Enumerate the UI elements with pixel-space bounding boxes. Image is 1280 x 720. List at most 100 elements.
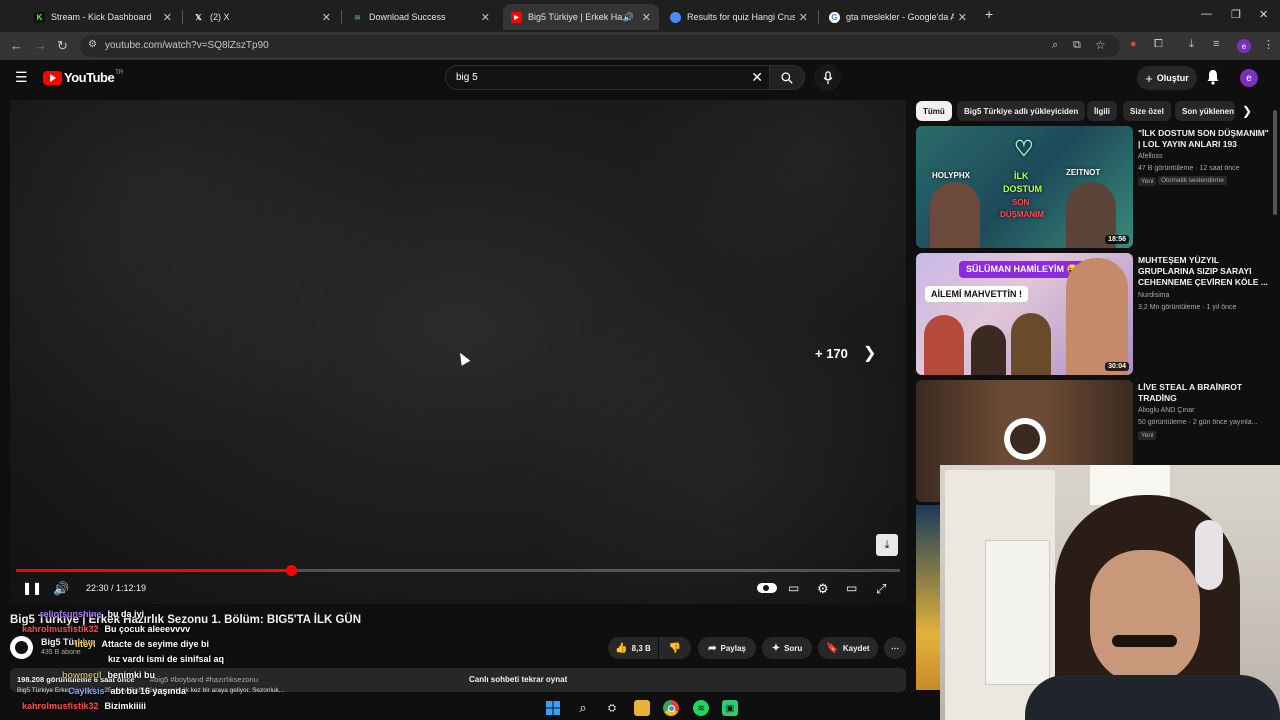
search-icon (781, 71, 793, 84)
heart-icon: ♡ (1014, 136, 1034, 161)
recommendation-thumbnail[interactable]: SÜLÜMAN HAMİLEYİM 😝 AİLEMİ MAHVETTİN ! 3… (916, 253, 1133, 375)
forward-icon[interactable]: → (34, 38, 47, 53)
close-icon[interactable]: ✕ (799, 11, 808, 24)
chevron-right-icon[interactable]: ❯ (1242, 104, 1252, 118)
chat-message: liteyl Attacte de seyime diye bi (75, 639, 209, 649)
dislike-button[interactable]: 👎 (659, 637, 691, 659)
chat-replay-label: Canlı sohbeti tekrar oynat (469, 675, 568, 684)
speaker-icon[interactable]: 🔊 (623, 12, 634, 23)
notifications-bell-icon[interactable] (1206, 69, 1220, 85)
live-chat-replay-button[interactable]: Canlı sohbeti tekrar oynat (462, 670, 906, 690)
media-icon[interactable]: ≡ (1213, 38, 1219, 50)
minimize-icon[interactable]: — (1201, 8, 1212, 20)
download-icon[interactable]: ⤓ (1189, 38, 1194, 51)
voice-search-button[interactable] (814, 64, 841, 91)
tab-quiz-results[interactable]: Results for quiz Hangi Crush Üy ✕ (662, 4, 816, 30)
save-button[interactable]: 🔖 Kaydet (818, 637, 878, 659)
close-icon[interactable]: ✕ (481, 11, 490, 24)
more-actions-button[interactable]: ⋯ (884, 637, 906, 659)
hashtags[interactable]: #big5 #boyband #hazırlıksezonu (150, 675, 258, 684)
puzzle-icon[interactable]: ⧠ (1154, 38, 1163, 51)
webcam-overlay (940, 465, 1280, 720)
sidebar-scrollbar[interactable] (1273, 110, 1277, 215)
channel-avatar[interactable] (10, 636, 33, 659)
tab-x[interactable]: 𝕏 (2) X ✕ (185, 4, 339, 30)
close-icon[interactable]: ✕ (163, 11, 172, 24)
profile-icon[interactable]: e (1237, 39, 1251, 53)
create-button[interactable]: + Oluştur (1137, 66, 1197, 90)
like-button[interactable]: 👍 8,3 B (608, 637, 658, 659)
tab-download-success[interactable]: ≋ Download Success ✕ (344, 4, 498, 30)
back-icon[interactable]: ← (10, 38, 23, 53)
skip-count[interactable]: + 170 (815, 346, 848, 361)
hamburger-menu-icon[interactable]: ☰ (15, 69, 28, 86)
search-button[interactable] (769, 65, 805, 90)
chat-username: kahrolmusfistik32 (22, 701, 99, 711)
window-close-icon[interactable]: ✕ (1259, 8, 1268, 21)
search-input[interactable]: big 5 ✕ (445, 65, 769, 90)
maximize-icon[interactable]: ❐ (1231, 8, 1241, 21)
chip-from-uploader[interactable]: Big5 Türkiye adlı yükleyiciden (957, 101, 1086, 121)
plus-icon: + (1145, 70, 1153, 86)
kick-icon: K (34, 11, 45, 23)
video-player[interactable]: + 170 ❯ ⤓ (10, 100, 906, 604)
recommendation-title[interactable]: MUHTEŞEM YÜZYIL GRUPLARINA SIZIP SARAYI … (1138, 255, 1270, 288)
chip-related[interactable]: İlgili (1087, 101, 1117, 121)
chip-for-you[interactable]: Size özel (1123, 101, 1171, 121)
tab-kick-dashboard[interactable]: K Stream - Kick Dashboard ✕ (26, 4, 180, 30)
chip-all[interactable]: Tümü (916, 101, 952, 121)
recommendation-channel[interactable]: Alioglu AND Çınar (1138, 407, 1194, 414)
recommendation-title[interactable]: LİVE STEAL A BRAİNROT TRADİNG (1138, 382, 1270, 404)
clear-search-icon[interactable]: ✕ (751, 69, 763, 86)
search-query: big 5 (456, 72, 478, 83)
progress-bar[interactable] (16, 565, 900, 576)
search-icon[interactable]: ⌕ (575, 700, 591, 716)
share-icon: ➦ (708, 642, 717, 654)
close-icon[interactable]: ✕ (322, 11, 331, 24)
new-badge: Yeni (1138, 431, 1157, 440)
recommendation-thumbnail-partial[interactable] (916, 505, 940, 690)
ask-label: Soru (784, 643, 803, 653)
settings-icon[interactable]: ⚙ (817, 581, 829, 597)
quiz-site-icon (670, 11, 681, 23)
recommendation-channel[interactable]: Afelloss (1138, 153, 1163, 160)
reload-icon[interactable]: ↻ (57, 38, 68, 54)
account-avatar[interactable]: e (1240, 69, 1258, 87)
close-icon[interactable]: ✕ (958, 11, 967, 24)
extension-icon[interactable]: ● (1130, 38, 1137, 50)
folder-icon[interactable] (634, 700, 650, 716)
spotify-icon[interactable]: ≋ (693, 700, 709, 716)
chat-text: bu da iyi (107, 609, 145, 619)
autoplay-toggle[interactable] (757, 583, 777, 593)
pause-icon[interactable]: ❚❚ (22, 581, 42, 595)
site-info-icon[interactable]: ⚙ (88, 39, 97, 50)
chrome-icon[interactable] (663, 700, 679, 716)
close-icon[interactable]: ✕ (642, 11, 651, 24)
download-overlay-icon[interactable]: ⤓ (876, 534, 898, 556)
new-tab-icon[interactable]: + (985, 6, 993, 22)
youtube-logo[interactable]: YouTube TR (43, 70, 123, 85)
steam-icon[interactable]: ⛭ (604, 700, 620, 716)
subtitles-icon[interactable]: ▭ (788, 581, 799, 595)
address-bar[interactable]: ⚙ youtube.com/watch?v=SQ8lZszTp90 ⌕ ⧉ ☆ (80, 35, 1120, 57)
ask-button[interactable]: ✦ Soru (762, 637, 812, 659)
tab-big5-youtube[interactable]: ▶ Big5 Türkiye | Erkek Hazırlık 🔊 ✕ (503, 4, 659, 30)
install-icon[interactable]: ⧉ (1073, 39, 1081, 52)
recommendation-title[interactable]: "İLK DOSTUM SON DÜŞMANIM" | LOL YAYIN AN… (1138, 128, 1270, 150)
chip-recent[interactable]: Son yüklenen (1175, 101, 1235, 121)
tab-google-search[interactable]: G gta meslekler - Google'da Ara ✕ (821, 4, 975, 30)
recommendation-channel[interactable]: Nurdisima (1138, 292, 1170, 299)
recommendation-thumbnail[interactable]: HOLYPHX ZEITNOT İLK DOSTUM SON DÜŞMANIM … (916, 126, 1133, 248)
bookmark-star-icon[interactable]: ☆ (1095, 38, 1106, 52)
chat-username: liteyl (75, 639, 96, 649)
windows-icon[interactable] (545, 700, 561, 716)
menu-icon[interactable]: ⋮ (1263, 38, 1274, 51)
app-icon[interactable]: ▣ (722, 700, 738, 716)
scrubber-handle[interactable] (285, 565, 297, 576)
volume-icon[interactable]: 🔊 (53, 581, 69, 597)
chevron-right-icon[interactable]: ❯ (863, 343, 876, 363)
share-button[interactable]: ➦ Paylaş (698, 637, 756, 659)
fullscreen-icon[interactable]: ⤢ (876, 581, 886, 597)
theater-mode-icon[interactable]: ▭ (846, 581, 857, 595)
zoom-icon[interactable]: ⌕ (1052, 39, 1058, 52)
